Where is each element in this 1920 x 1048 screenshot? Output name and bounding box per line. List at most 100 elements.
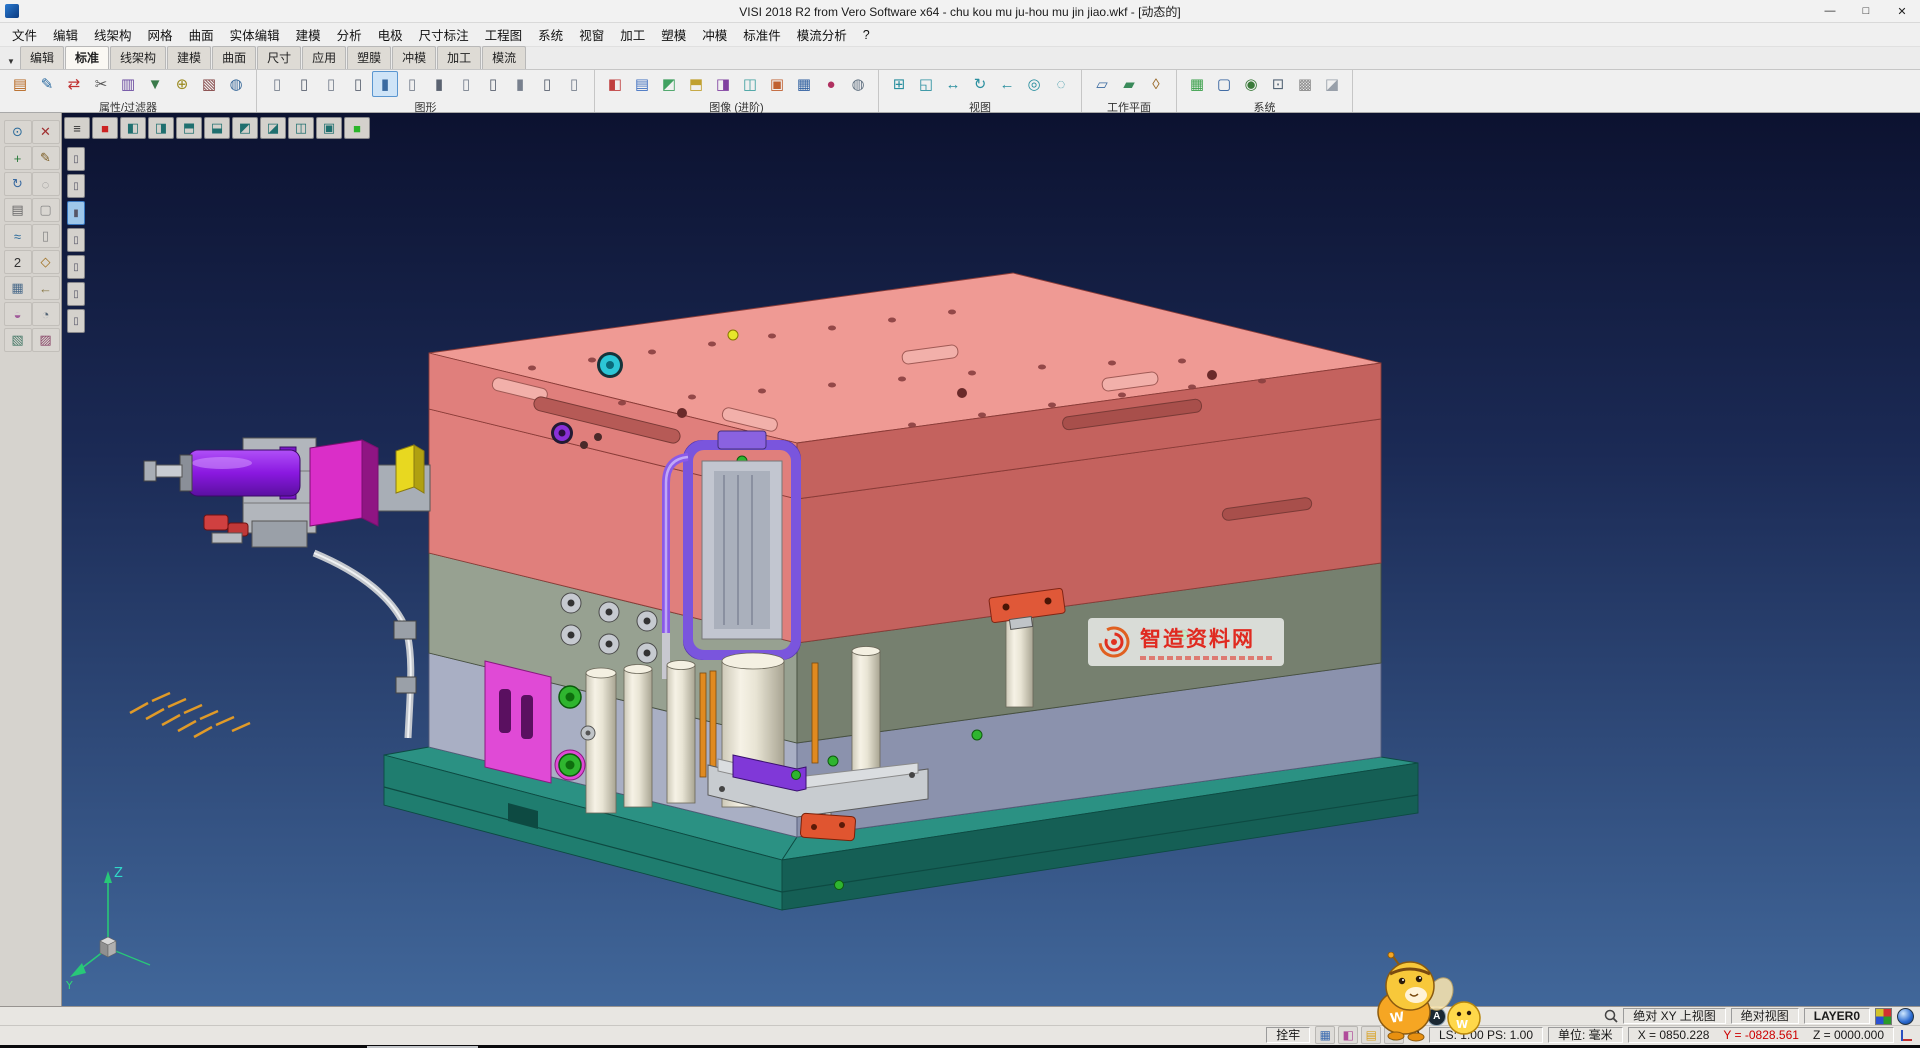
toolbar-icon[interactable]: ✂ [88, 71, 114, 97]
toolbar-icon[interactable]: ▯ [291, 71, 317, 97]
toolbar-icon[interactable]: ◍ [845, 71, 871, 97]
toolbar-icon[interactable]: ▮ [372, 71, 398, 97]
view-orientation-icon[interactable]: ▣ [316, 117, 342, 139]
toolbar-icon[interactable]: ◊ [1143, 71, 1169, 97]
menu-item[interactable]: 实体编辑 [222, 23, 288, 46]
layer-colors-icon[interactable] [1875, 1008, 1892, 1025]
toolbar-icon[interactable]: ▢ [1211, 71, 1237, 97]
toolbar-icon[interactable]: ▤ [629, 71, 655, 97]
left-tool-icon[interactable]: ◌ [32, 172, 60, 196]
search-icon[interactable] [1604, 1009, 1618, 1023]
section-button[interactable]: ▯ [67, 282, 85, 306]
toolbar-icon[interactable]: ▼ [142, 71, 168, 97]
ribbon-tab[interactable]: 曲面 [212, 46, 256, 69]
menu-item[interactable]: 线架构 [86, 23, 140, 46]
ribbon-tab[interactable]: 模流 [482, 46, 526, 69]
toolbar-icon[interactable]: ◉ [1238, 71, 1264, 97]
section-button[interactable]: ▮ [67, 201, 85, 225]
menu-item[interactable]: 模流分析 [789, 23, 855, 46]
toolbar-icon[interactable]: ▣ [764, 71, 790, 97]
left-tool-icon[interactable]: ← [32, 276, 60, 300]
toolbar-icon[interactable]: ◌ [1048, 71, 1074, 97]
menu-item[interactable]: 尺寸标注 [411, 23, 477, 46]
menu-item[interactable]: 加工 [612, 23, 653, 46]
left-tool-icon[interactable]: ▤ [4, 198, 32, 222]
toolbar-icon[interactable]: ▦ [791, 71, 817, 97]
axis-toggle-icon[interactable] [1899, 1028, 1914, 1042]
ribbon-tab[interactable]: 建模 [167, 46, 211, 69]
section-button[interactable]: ▯ [67, 255, 85, 279]
toolbar-icon[interactable]: ⇄ [61, 71, 87, 97]
toolbar-icon[interactable]: ▰ [1116, 71, 1142, 97]
menu-item[interactable]: 文件 [4, 23, 45, 46]
left-tool-icon[interactable]: ⊙ [4, 120, 32, 144]
left-tool-icon[interactable]: ▨ [32, 328, 60, 352]
toolbar-icon[interactable]: ▥ [115, 71, 141, 97]
view-orientation-icon[interactable]: ◫ [288, 117, 314, 139]
menu-item[interactable]: 塑模 [653, 23, 694, 46]
render-sphere-icon[interactable] [1897, 1008, 1914, 1025]
menu-item[interactable]: 建模 [288, 23, 329, 46]
toolbar-icon[interactable]: ◩ [656, 71, 682, 97]
menu-item[interactable]: 冲模 [694, 23, 735, 46]
toolbar-icon[interactable]: ▮ [426, 71, 452, 97]
view-orientation-field[interactable]: 绝对 XY 上视图 [1623, 1008, 1725, 1024]
toolbar-icon[interactable]: ◱ [913, 71, 939, 97]
toolbar-icon[interactable]: ▯ [534, 71, 560, 97]
menu-item[interactable]: 分析 [329, 23, 370, 46]
section-button[interactable]: ▯ [67, 174, 85, 198]
ribbon-tab[interactable]: 线架构 [110, 46, 166, 69]
view-orientation-icon[interactable]: ◪ [260, 117, 286, 139]
menu-item[interactable]: 编辑 [45, 23, 86, 46]
ribbon-tab[interactable]: 尺寸 [257, 46, 301, 69]
view-mode-field[interactable]: 绝对视图 [1731, 1008, 1799, 1024]
menu-item[interactable]: 视窗 [571, 23, 612, 46]
toolbar-icon[interactable]: ⊕ [169, 71, 195, 97]
toolbar-icon[interactable]: ▯ [453, 71, 479, 97]
minimize-button[interactable]: — [1812, 0, 1848, 22]
ribbon-tab[interactable]: 塑膜 [347, 46, 391, 69]
toolbar-icon[interactable]: ● [818, 71, 844, 97]
left-tool-icon[interactable]: ◔ [32, 302, 60, 326]
left-tool-icon[interactable]: 2 [4, 250, 32, 274]
toolbar-icon[interactable]: ⬒ [683, 71, 709, 97]
snap-lock-field[interactable]: 拴牢 [1266, 1027, 1310, 1043]
tab-dropdown-icon[interactable]: ▼ [2, 52, 20, 69]
ribbon-tab[interactable]: 加工 [437, 46, 481, 69]
toolbar-icon[interactable]: ◫ [737, 71, 763, 97]
toolbar-icon[interactable]: ▦ [1184, 71, 1210, 97]
toolbar-icon[interactable]: ▯ [561, 71, 587, 97]
toolbar-icon[interactable]: ▯ [318, 71, 344, 97]
left-tool-icon[interactable]: ↻ [4, 172, 32, 196]
view-orientation-icon[interactable]: ◧ [120, 117, 146, 139]
section-button[interactable]: ▯ [67, 309, 85, 333]
left-tool-icon[interactable]: ▦ [4, 276, 32, 300]
view-orientation-icon[interactable]: ⬓ [204, 117, 230, 139]
toolbar-icon[interactable]: ▤ [7, 71, 33, 97]
ribbon-tab[interactable]: 编辑 [20, 46, 64, 69]
menu-item[interactable]: ? [855, 26, 878, 44]
menu-item[interactable]: 工程图 [477, 23, 531, 46]
statusbar-icon[interactable]: ▦ [1315, 1026, 1335, 1044]
section-button[interactable]: ▯ [67, 147, 85, 171]
view-orientation-icon[interactable]: ⬒ [176, 117, 202, 139]
left-tool-icon[interactable]: ▧ [4, 328, 32, 352]
close-button[interactable]: ✕ [1884, 0, 1920, 22]
toolbar-icon[interactable]: ◎ [1021, 71, 1047, 97]
left-tool-icon[interactable]: ◇ [32, 250, 60, 274]
toolbar-icon[interactable]: ◧ [602, 71, 628, 97]
toolbar-icon[interactable]: ← [994, 71, 1020, 97]
toolbar-icon[interactable]: ▯ [264, 71, 290, 97]
menu-item[interactable]: 标准件 [735, 23, 789, 46]
view-orientation-icon[interactable]: ■ [344, 117, 370, 139]
toolbar-icon[interactable]: ▱ [1089, 71, 1115, 97]
section-button[interactable]: ▯ [67, 228, 85, 252]
view-orientation-icon[interactable]: ≡ [64, 117, 90, 139]
left-tool-icon[interactable]: ◒ [4, 302, 32, 326]
left-tool-icon[interactable]: + [4, 146, 32, 170]
toolbar-icon[interactable]: ▮ [507, 71, 533, 97]
view-orientation-icon[interactable]: ■ [92, 117, 118, 139]
toolbar-icon[interactable]: ↔ [940, 71, 966, 97]
left-tool-icon[interactable]: ▢ [32, 198, 60, 222]
viewport-3d[interactable]: Z Y ≡■◧◨⬒⬓◩◪◫▣■ ▯▯▮▯▯▯▯ 智造资料网 [62, 113, 1920, 1006]
